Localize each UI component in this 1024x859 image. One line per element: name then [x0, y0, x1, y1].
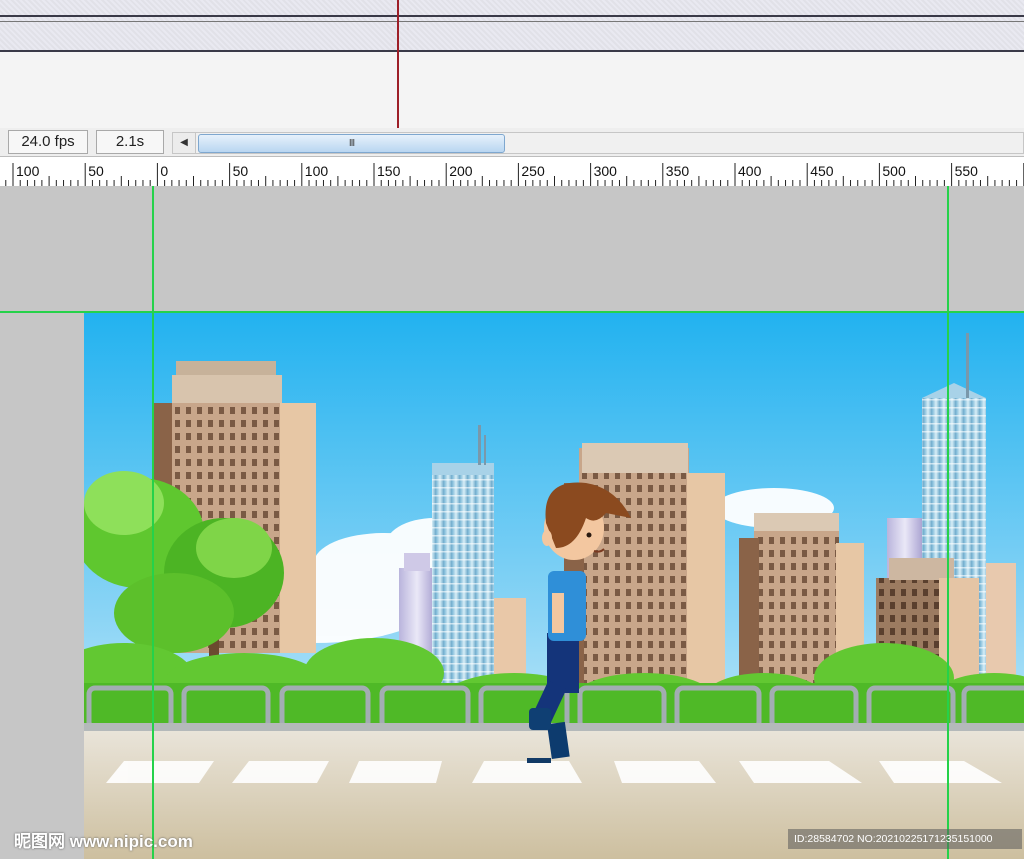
ruler-label: 200 — [449, 163, 473, 179]
watermark-logo-text: 昵图网 www.nipic.com — [14, 832, 193, 851]
ruler-label: 550 — [955, 163, 979, 179]
horizontal-guide[interactable] — [0, 311, 1024, 313]
timeline-horizontal-scrollbar[interactable]: ◀ III — [172, 132, 1024, 154]
timeline-status-bar: 24.0 fps 2.1s ◀ III — [0, 128, 1024, 157]
city-scene-artwork — [84, 313, 1024, 859]
ruler-label: 100 — [305, 163, 329, 179]
elapsed-time-display: 2.1s — [96, 130, 164, 154]
ruler-label: 50 — [233, 163, 249, 179]
timeline-divider — [0, 21, 1024, 22]
scrollbar-thumb[interactable]: III — [198, 134, 505, 153]
ruler-label: 300 — [594, 163, 618, 179]
ruler-ticks: 100 50 0 50 100 150 200 250 300 350 400 450 500 550 — [5, 163, 1024, 186]
frame-rate-display[interactable]: 24.0 fps — [8, 130, 88, 154]
timeline-playhead[interactable] — [397, 0, 399, 128]
timeline-layers-area[interactable] — [0, 0, 1024, 52]
horizontal-ruler[interactable]: 100 50 0 50 100 150 200 250 300 350 400 450 500 550 — [0, 157, 1024, 187]
ruler-label: 350 — [666, 163, 690, 179]
ruler-label: 500 — [882, 163, 906, 179]
vertical-guide[interactable] — [152, 186, 154, 859]
ruler-label: 0 — [160, 163, 168, 179]
stage-canvas[interactable] — [84, 313, 1024, 859]
timeline-frames-area[interactable] — [0, 52, 1024, 128]
watermark-id-text: ID:28584702 NO:20210225171235151000 — [788, 829, 1022, 849]
ruler-label: 450 — [810, 163, 834, 179]
scroll-left-arrow-icon[interactable]: ◀ — [173, 133, 196, 153]
ruler-label: 50 — [88, 163, 104, 179]
ruler-label: 400 — [738, 163, 762, 179]
ruler-label: 250 — [521, 163, 545, 179]
ruler-label: 100 — [16, 163, 40, 179]
timeline-divider — [0, 15, 1024, 17]
vertical-guide[interactable] — [947, 186, 949, 859]
ruler-label: 150 — [377, 163, 401, 179]
